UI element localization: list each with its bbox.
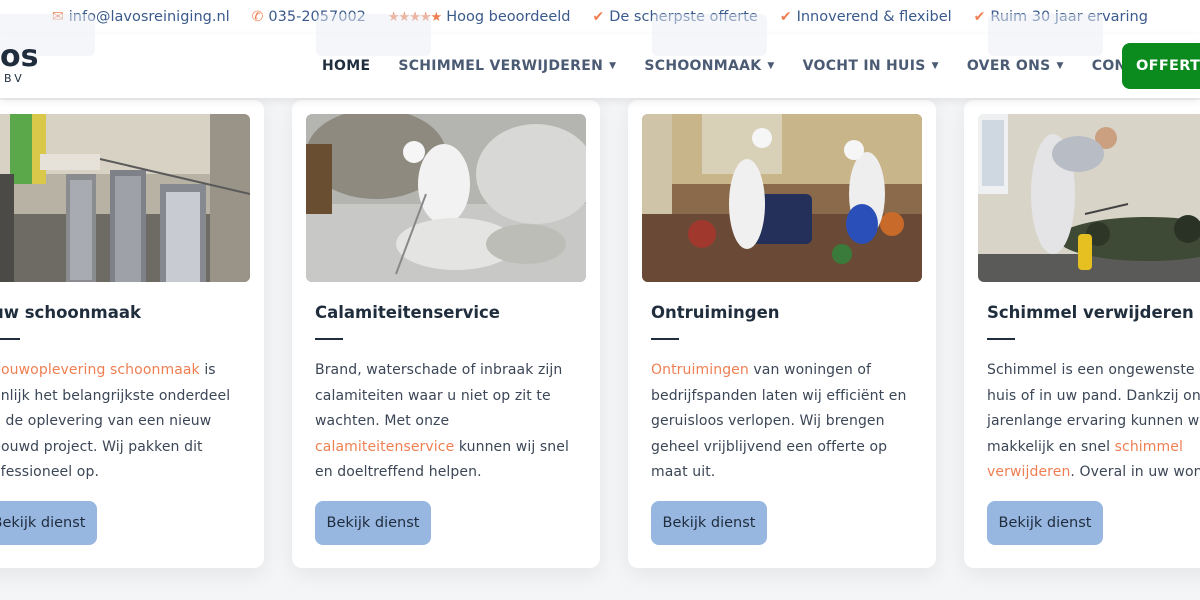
site-header: os BV HOME SCHIMMEL VERWIJDEREN ▼ SCHOONM… [0,14,1200,98]
nav-label: OVER ONS [966,58,1051,74]
service-card-bouwoplevering: uw schoonmaak bouwoplevering schoonmaak … [0,100,264,568]
phone-icon: ✆ [251,9,264,25]
service-card-ontruimingen: Ontruimingen Ontruimingen van woningen o… [628,100,936,568]
card-description: Ontruimingen van woningen of bedrijfspan… [651,358,923,486]
card-title: uw schoonmaak [0,303,141,322]
check-icon: ✔ [973,9,986,25]
desc-text: makkelijk en snel [987,438,1115,455]
card-description: Brand, waterschade of inbraak zijn calam… [315,358,587,486]
offerte-button[interactable]: OFFERTE [1122,43,1200,89]
desc-text: Schimmel is een ongewenste ga [987,362,1200,378]
chevron-down-icon: ▼ [609,61,617,71]
desc-text: is [199,362,216,378]
card-description: bouwoplevering schoonmaak is enlijk het … [0,358,264,486]
desc-text: . Overal in uw wonin [1070,464,1200,481]
bekijk-dienst-button[interactable]: Bekijk dienst [315,501,431,545]
card-title: Schimmel verwijderen [987,303,1194,322]
desc-text: bouwd project. Wij pakken dit [0,438,203,455]
service-card-calamiteiten: Calamiteitenservice Brand, waterschade o… [292,100,600,568]
check-icon: ✔ [779,9,792,25]
usp-innovation: ✔ Innoverend & flexibel [780,9,952,25]
mold-image [978,114,1200,282]
nav-label: SCHOONMAAK [644,58,762,74]
card-description: Schimmel is een ongewenste ga huis of in… [987,358,1200,486]
desc-text: ofessioneel op. [0,464,99,481]
ontruimingen-link[interactable]: Ontruimingen [651,362,749,378]
nav-schoonmaak[interactable]: SCHOONMAAK ▼ [644,58,774,74]
main-nav: HOME SCHIMMEL VERWIJDEREN ▼ SCHOONMAAK ▼ V… [322,34,1195,98]
verwijderen-link[interactable]: verwijderen [987,464,1070,480]
service-photo-mold [978,114,1200,282]
calamity-image [306,114,586,282]
service-card-schimmel: Schimmel verwijderen Schimmel is een ong… [964,100,1200,568]
card-title: Calamiteitenservice [315,303,500,322]
title-underline [987,338,1015,340]
service-photo-clearance [642,114,922,282]
nav-schimmel-verwijderen[interactable]: SCHIMMEL VERWIJDEREN ▼ [398,58,616,74]
desc-text: van woningen of bedrijfspanden laten wij… [651,362,907,481]
desc-text: Brand, waterschade of inbraak zijn calam… [315,362,563,430]
nav-over-ons[interactable]: OVER ONS ▼ [967,58,1064,74]
nav-vocht-in-huis[interactable]: VOCHT IN HUIS ▼ [803,58,939,74]
chevron-down-icon: ▼ [931,61,939,71]
card-title: Ontruimingen [651,303,780,322]
bathroom-image [0,114,250,282]
check-icon: ✔ [592,9,605,25]
bekijk-dienst-button[interactable]: Bekijk dienst [0,501,97,545]
bekijk-dienst-button[interactable]: Bekijk dienst [987,501,1103,545]
schimmel-link[interactable]: schimmel [1115,439,1183,455]
title-underline [651,338,679,340]
nav-label: VOCHT IN HUIS [802,58,926,74]
calamiteitenservice-link[interactable]: calamiteitenservice [315,439,454,455]
desc-text: enlijk het belangrijkste onderdeel [0,387,231,404]
rating-text: Hoog beoordeeld [446,9,571,25]
title-underline [0,338,20,340]
usp-text: Innoverend & flexibel [796,9,952,25]
nav-label: SCHIMMEL VERWIJDEREN [398,58,604,74]
nav-label: HOME [322,58,371,74]
chevron-down-icon: ▼ [1056,61,1064,71]
nav-home[interactable]: HOME [322,58,370,74]
clearance-image [642,114,922,282]
service-photo-cleanup [306,114,586,282]
service-photo-bathroom [0,114,250,282]
desc-text: huis of in uw pand. Dankzij onze [987,387,1200,404]
desc-text: n de oplevering van een nieuw [0,413,212,430]
logo-text: os [0,39,39,74]
bouwoplevering-link[interactable]: bouwoplevering schoonmaak [0,362,200,378]
chevron-down-icon: ▼ [767,61,775,71]
title-underline [315,338,343,340]
desc-text: jarenlange ervaring kunnen wij [987,413,1200,430]
bekijk-dienst-button[interactable]: Bekijk dienst [651,501,767,545]
logo[interactable]: os BV [0,39,39,86]
